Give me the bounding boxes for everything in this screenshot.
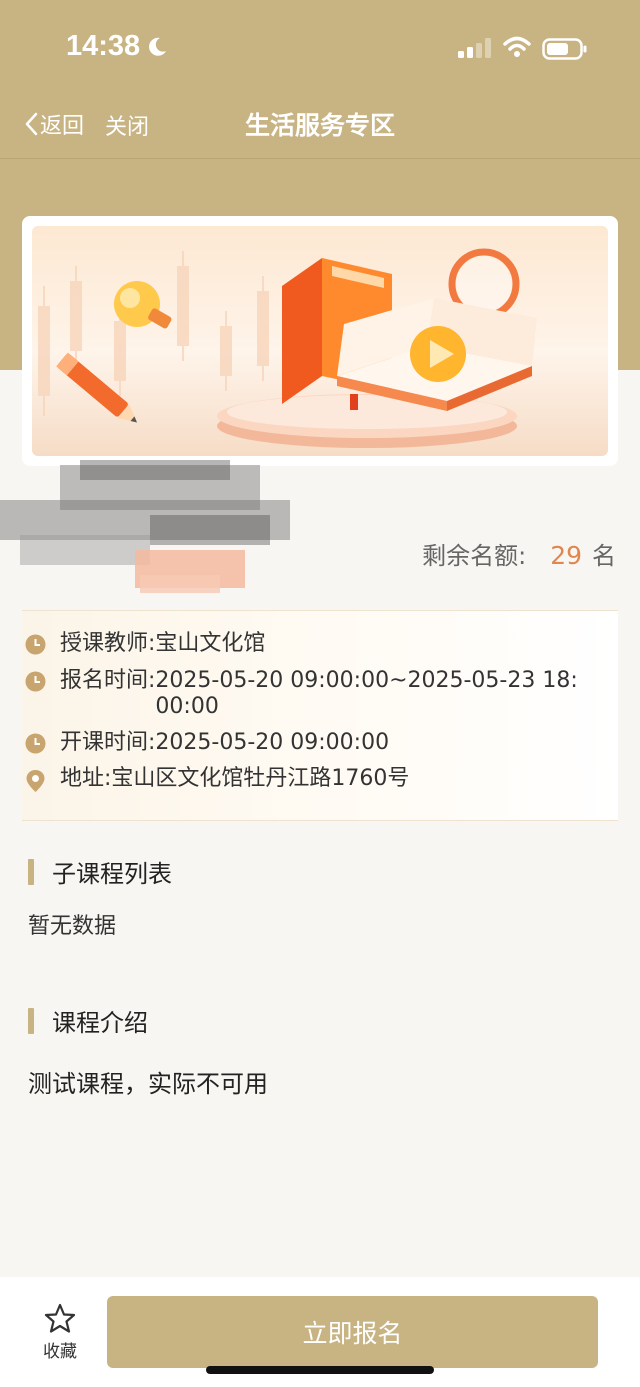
- location-pin-icon: [22, 766, 60, 800]
- sub-course-section-title: 子课程列表: [28, 854, 172, 889]
- address-value: 宝山区文化馆牡丹江路1760号: [111, 766, 410, 791]
- redacted-course-title: [0, 460, 290, 593]
- start-time-label: 开课时间:: [60, 730, 156, 755]
- status-time: 14:38: [66, 30, 141, 62]
- quota-label: 剩余名额:: [422, 542, 527, 570]
- course-banner: [22, 216, 618, 466]
- home-indicator: [206, 1366, 434, 1374]
- intro-section-title: 课程介绍: [28, 1003, 148, 1038]
- teacher-row: 授课教师: 宝山文化馆: [22, 631, 618, 662]
- page-title: 生活服务专区: [244, 111, 395, 140]
- favorite-button[interactable]: 收藏: [30, 1303, 90, 1362]
- moon-icon: [149, 37, 166, 56]
- start-time-value: 2025-05-20 09:00:00: [155, 730, 390, 755]
- signup-button[interactable]: 立即报名: [107, 1296, 598, 1368]
- address-label: 地址:: [60, 766, 112, 791]
- section-marker: [28, 858, 34, 885]
- intro-text: 测试课程，实际不可用: [28, 1070, 268, 1098]
- signup-time-row: 报名时间: 2025-05-20 09:00:00~2025-05-23 18:…: [22, 668, 618, 720]
- start-time-row: 开课时间: 2025-05-20 09:00:00: [22, 730, 618, 761]
- battery-icon: [542, 38, 587, 60]
- signal-icon: [458, 38, 491, 58]
- star-icon: [44, 1303, 76, 1333]
- signup-time-value: 2025-05-20 09:00:00~2025-05-23 18:00:00: [155, 668, 578, 719]
- status-bar: 14:38: [0, 0, 640, 95]
- clock-icon: [22, 730, 60, 761]
- intro-title-text: 课程介绍: [52, 1009, 148, 1037]
- clock-icon: [22, 631, 60, 662]
- quota-unit: 名: [592, 542, 616, 570]
- teacher-label: 授课教师:: [60, 631, 156, 656]
- signup-time-label: 报名时间:: [60, 668, 156, 693]
- navigation-bar: 返回 关闭 生活服务专区: [0, 95, 640, 159]
- course-info-card: 授课教师: 宝山文化馆 报名时间: 2025-05-20 09:00:00~20…: [22, 610, 618, 821]
- favorite-label: 收藏: [43, 1342, 77, 1362]
- sub-course-title-text: 子课程列表: [52, 860, 172, 888]
- section-marker: [28, 1007, 34, 1034]
- wifi-icon: [503, 36, 531, 57]
- empty-data-text: 暂无数据: [28, 914, 117, 939]
- banner-image: [32, 226, 608, 456]
- address-row: 地址: 宝山区文化馆牡丹江路1760号: [22, 766, 618, 800]
- clock-icon: [22, 668, 60, 720]
- teacher-value: 宝山文化馆: [155, 631, 266, 656]
- quota-count: 29: [550, 541, 582, 570]
- remaining-quota: 剩余名额: 29 名: [422, 536, 616, 571]
- banner-illustration: [38, 248, 537, 448]
